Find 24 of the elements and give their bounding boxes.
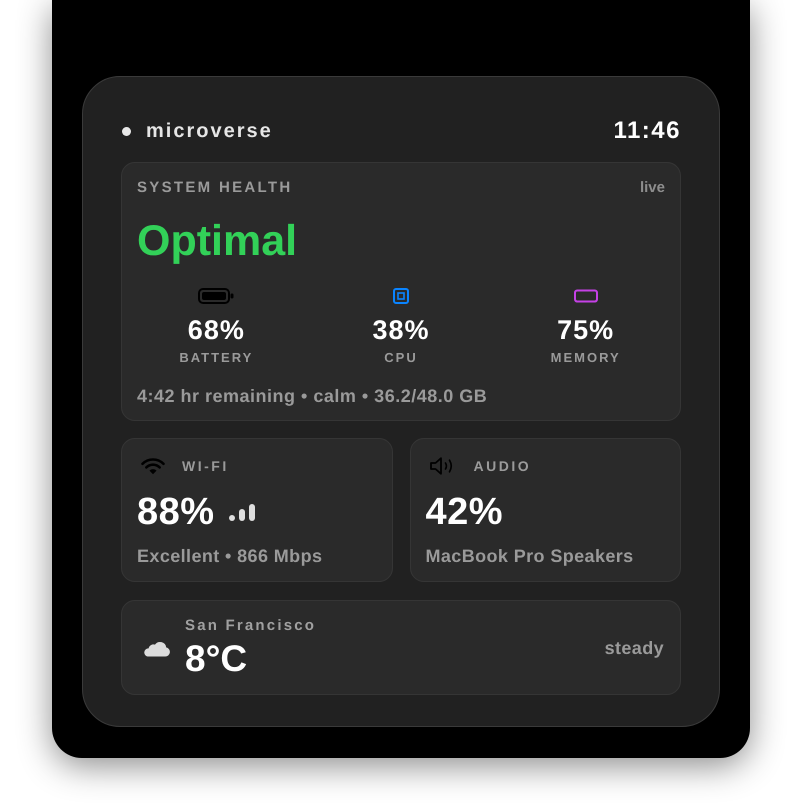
wifi-icon	[141, 457, 165, 475]
summary-text: 4:42 hr remaining • calm • 36.2/48.0 GB	[137, 385, 488, 407]
health-status: Optimal	[137, 216, 298, 266]
app-title: microverse	[146, 119, 273, 143]
tile-detail: Excellent • 866 Mbps	[137, 545, 322, 567]
live-label: live	[640, 179, 665, 197]
section-title: SYSTEM HEALTH	[137, 179, 292, 197]
metric-label: MEMORY	[550, 350, 621, 366]
tile-value: 88%	[137, 491, 215, 533]
metric-value: 38%	[372, 315, 430, 345]
signal-bars-icon	[228, 504, 255, 520]
tile-value: 42%	[426, 491, 504, 533]
clock-time: 11:46	[613, 117, 681, 145]
metric-value: 75%	[557, 315, 614, 345]
metric-value: 68%	[188, 315, 245, 345]
tile-title: AUDIO	[474, 457, 532, 475]
metric-label: CPU	[384, 350, 418, 366]
tile-detail: MacBook Pro Speakers	[426, 545, 634, 567]
trend-label: steady	[604, 636, 664, 658]
metric-label: BATTERY	[179, 350, 254, 366]
temperature: 8°C	[185, 638, 248, 678]
tile-title: WI-FI	[182, 457, 229, 475]
dot-icon	[122, 126, 131, 136]
location-name: San Francisco	[185, 616, 316, 634]
